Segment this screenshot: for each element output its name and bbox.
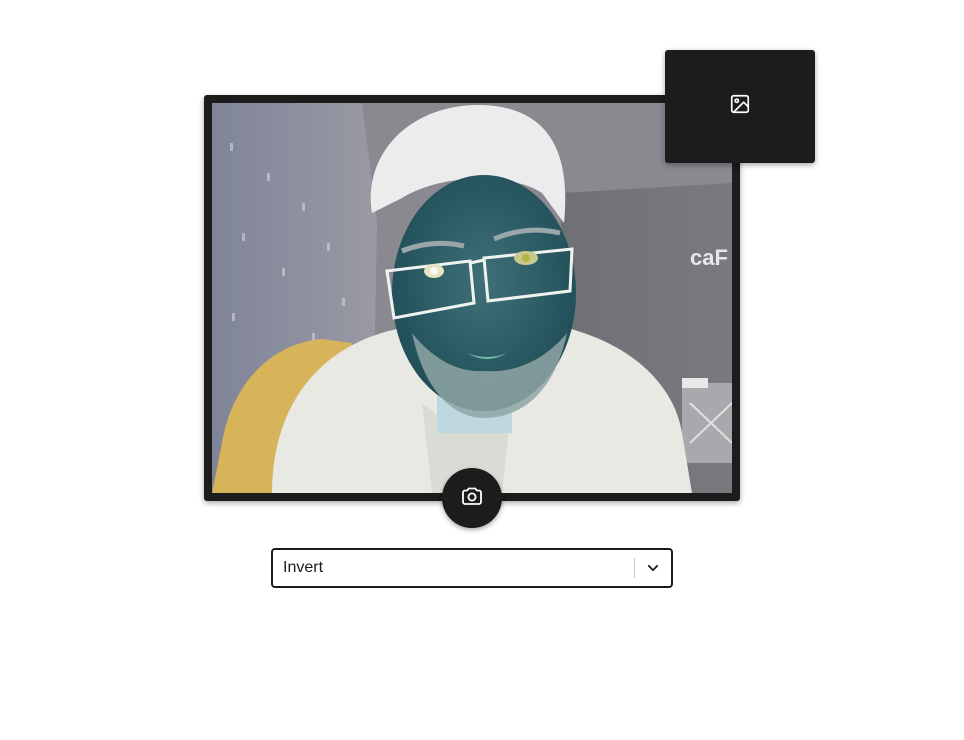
image-icon: [729, 93, 751, 120]
app-stage: caF Invert: [0, 0, 964, 740]
camera-feed-image: caF: [212, 103, 732, 493]
gallery-thumbnail-button[interactable]: [665, 50, 815, 163]
filter-select[interactable]: Invert: [271, 548, 673, 588]
filter-selected-value: Invert: [283, 559, 324, 576]
camera-icon: [460, 484, 484, 513]
chevron-down-icon[interactable]: [635, 550, 671, 586]
camera-feed: caF: [212, 103, 732, 493]
svg-text:caF: caF: [690, 245, 728, 270]
camera-preview-frame: caF: [204, 95, 740, 501]
capture-button[interactable]: [442, 468, 502, 528]
